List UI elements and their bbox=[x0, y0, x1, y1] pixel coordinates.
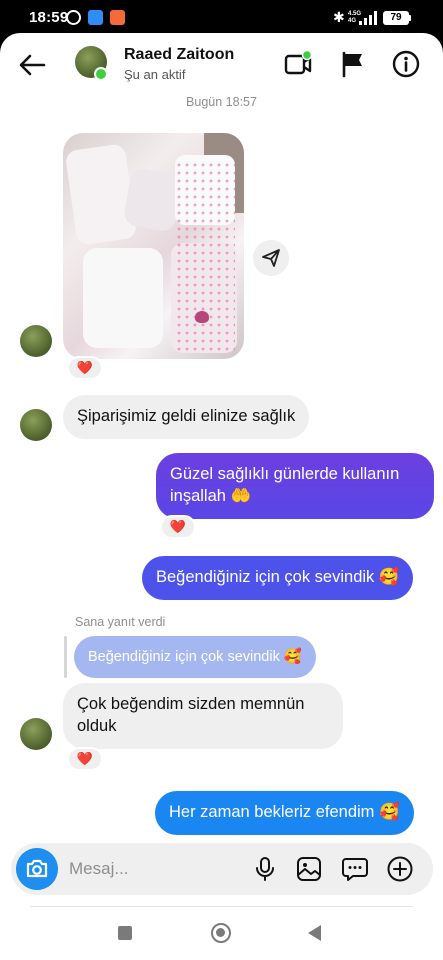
heart-reaction[interactable]: ❤️ bbox=[67, 747, 103, 771]
chat-header: Raaed Zaitoon Şu an aktif bbox=[0, 33, 443, 95]
reply-label: Sana yanıt verdi bbox=[75, 615, 166, 629]
microphone-icon[interactable] bbox=[251, 855, 279, 883]
back-button[interactable] bbox=[308, 925, 321, 941]
signal-icon bbox=[359, 11, 377, 25]
info-icon[interactable] bbox=[391, 49, 421, 79]
arrow-left-icon[interactable] bbox=[16, 49, 48, 81]
message-bubble-incoming[interactable]: Şiparişimiz geldi elinize sağlık bbox=[63, 395, 310, 439]
sender-avatar[interactable] bbox=[20, 325, 52, 357]
message-bubble-incoming[interactable]: Çok beğendim sizden memnün olduk bbox=[63, 683, 343, 749]
shared-photo[interactable] bbox=[63, 133, 244, 359]
status-time: 18:59 bbox=[29, 9, 69, 26]
sender-avatar[interactable] bbox=[20, 409, 52, 441]
message-bubble-outgoing[interactable]: Beğendiğiniz için çok sevindik 🥰 bbox=[142, 556, 414, 600]
message-bubble-outgoing[interactable]: Güzel sağlıklı günlerde kullanın inşalla… bbox=[156, 453, 434, 519]
message-bubble-outgoing[interactable]: Her zaman bekleriz efendim 🥰 bbox=[155, 791, 414, 835]
divider bbox=[30, 906, 413, 907]
video-call-icon[interactable] bbox=[283, 49, 313, 79]
battery-tip bbox=[409, 15, 411, 21]
sticker-icon[interactable] bbox=[341, 855, 369, 883]
paper-plane-icon[interactable] bbox=[253, 240, 289, 276]
conversation-timestamp: Bugün 18:57 bbox=[186, 95, 257, 109]
message-input[interactable]: Mesaj... bbox=[69, 843, 129, 895]
notification-app-icon bbox=[88, 10, 103, 25]
reply-bar bbox=[64, 636, 67, 678]
plus-circle-icon[interactable] bbox=[386, 855, 414, 883]
alarm-icon bbox=[66, 10, 81, 25]
contact-name[interactable]: Raaed Zaitoon bbox=[124, 46, 234, 64]
battery-icon: 79 bbox=[383, 11, 409, 25]
flag-icon[interactable] bbox=[338, 49, 368, 79]
online-indicator bbox=[94, 67, 108, 81]
presence-status: Şu an aktif bbox=[124, 67, 186, 82]
heart-reaction[interactable]: ❤️ bbox=[67, 356, 103, 380]
system-nav-bar bbox=[0, 915, 443, 960]
message-composer: Mesaj... bbox=[11, 843, 433, 895]
camera-icon[interactable] bbox=[16, 848, 58, 890]
bluetooth-icon: ✱ bbox=[333, 9, 345, 25]
home-button[interactable] bbox=[211, 923, 231, 943]
quoted-message[interactable]: Beğendiğiniz için çok sevindik 🥰 bbox=[74, 636, 316, 678]
gallery-icon[interactable] bbox=[295, 855, 323, 883]
notification-app-icon-2 bbox=[110, 10, 125, 25]
chat-screen: Raaed Zaitoon Şu an aktif Bugün 18:57 ❤️… bbox=[0, 33, 443, 915]
sender-avatar[interactable] bbox=[20, 718, 52, 750]
recents-button[interactable] bbox=[118, 926, 132, 940]
heart-reaction[interactable]: ❤️ bbox=[160, 515, 196, 539]
status-bar: 18:59 ✱ 4.5G 4G 79 bbox=[0, 0, 443, 36]
